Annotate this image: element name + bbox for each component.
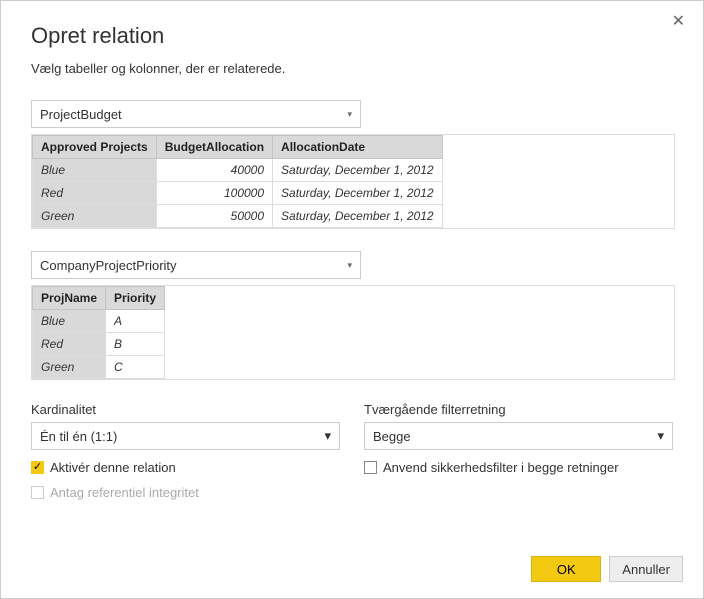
table2-grid: ProjName Priority Blue A Red B Green bbox=[32, 286, 165, 379]
table-row[interactable]: Blue A bbox=[33, 310, 165, 333]
table-cell: 50000 bbox=[156, 205, 272, 228]
table-cell: Green bbox=[33, 205, 157, 228]
table1-grid: Approved Projects BudgetAllocation Alloc… bbox=[32, 135, 443, 228]
table1-select[interactable]: ProjectBudget ▾ bbox=[31, 100, 361, 128]
activate-relation-checkbox-row[interactable]: ✓ Aktivér denne relation bbox=[31, 460, 340, 475]
table1-header: Approved Projects bbox=[33, 136, 157, 159]
referential-integrity-checkbox-row: Antag referentiel integritet bbox=[31, 485, 340, 500]
create-relationship-dialog: ✕ Opret relation Vælg tabeller og kolonn… bbox=[0, 0, 704, 599]
dialog-footer: OK Annuller bbox=[531, 556, 683, 582]
table1-header: AllocationDate bbox=[273, 136, 443, 159]
cardinality-select[interactable]: Én til én (1:1) ▾ bbox=[31, 422, 340, 450]
table-cell: Saturday, December 1, 2012 bbox=[273, 182, 443, 205]
checkbox-icon bbox=[31, 486, 44, 499]
table-row[interactable]: Blue 40000 Saturday, December 1, 2012 bbox=[33, 159, 443, 182]
dialog-title: Opret relation bbox=[31, 23, 673, 49]
table1-select-value: ProjectBudget bbox=[40, 107, 122, 122]
options-row: Kardinalitet Én til én (1:1) ▾ ✓ Aktivér… bbox=[31, 402, 673, 500]
table-cell: Green bbox=[33, 356, 106, 379]
cardinality-label: Kardinalitet bbox=[31, 402, 340, 417]
ok-button[interactable]: OK bbox=[531, 556, 601, 582]
table-cell: C bbox=[106, 356, 165, 379]
referential-integrity-label: Antag referentiel integritet bbox=[50, 485, 199, 500]
table-row[interactable]: Green C bbox=[33, 356, 165, 379]
cancel-button[interactable]: Annuller bbox=[609, 556, 683, 582]
checkbox-checked-icon: ✓ bbox=[31, 461, 44, 474]
crossfilter-value: Begge bbox=[373, 429, 411, 444]
table1-header-row: Approved Projects BudgetAllocation Alloc… bbox=[33, 136, 443, 159]
crossfilter-column: Tværgående filterretning Begge ▾ Anvend … bbox=[364, 402, 673, 500]
table-row[interactable]: Red B bbox=[33, 333, 165, 356]
table-row[interactable]: Red 100000 Saturday, December 1, 2012 bbox=[33, 182, 443, 205]
cardinality-column: Kardinalitet Én til én (1:1) ▾ ✓ Aktivér… bbox=[31, 402, 340, 500]
crossfilter-label: Tværgående filterretning bbox=[364, 402, 673, 417]
table-cell: Red bbox=[33, 333, 106, 356]
table-cell: Blue bbox=[33, 159, 157, 182]
checkbox-icon bbox=[364, 461, 377, 474]
security-filter-label: Anvend sikkerhedsfilter i begge retninge… bbox=[383, 460, 619, 475]
table-row[interactable]: Green 50000 Saturday, December 1, 2012 bbox=[33, 205, 443, 228]
cardinality-value: Én til én (1:1) bbox=[40, 429, 117, 444]
table-cell: Saturday, December 1, 2012 bbox=[273, 205, 443, 228]
chevron-down-icon: ▾ bbox=[347, 260, 352, 271]
table-cell: Saturday, December 1, 2012 bbox=[273, 159, 443, 182]
table2-preview: ProjName Priority Blue A Red B Green bbox=[31, 285, 675, 380]
table-cell: A bbox=[106, 310, 165, 333]
close-icon[interactable]: ✕ bbox=[666, 9, 691, 33]
chevron-down-icon: ▾ bbox=[324, 428, 331, 444]
chevron-down-icon: ▾ bbox=[657, 428, 664, 444]
table2-select[interactable]: CompanyProjectPriority ▾ bbox=[31, 251, 361, 279]
table2-select-value: CompanyProjectPriority bbox=[40, 258, 177, 273]
table2-header: ProjName bbox=[33, 287, 106, 310]
table-cell: 40000 bbox=[156, 159, 272, 182]
security-filter-checkbox-row[interactable]: Anvend sikkerhedsfilter i begge retninge… bbox=[364, 460, 673, 475]
dialog-content: Opret relation Vælg tabeller og kolonner… bbox=[1, 1, 703, 500]
table1-preview: Approved Projects BudgetAllocation Alloc… bbox=[31, 134, 675, 229]
table1-header: BudgetAllocation bbox=[156, 136, 272, 159]
table2-header-row: ProjName Priority bbox=[33, 287, 165, 310]
activate-relation-label: Aktivér denne relation bbox=[50, 460, 176, 475]
table-cell: B bbox=[106, 333, 165, 356]
table2-header: Priority bbox=[106, 287, 165, 310]
chevron-down-icon: ▾ bbox=[347, 109, 352, 120]
table-cell: 100000 bbox=[156, 182, 272, 205]
dialog-subtitle: Vælg tabeller og kolonner, der er relate… bbox=[31, 61, 673, 76]
table-cell: Red bbox=[33, 182, 157, 205]
table-cell: Blue bbox=[33, 310, 106, 333]
crossfilter-select[interactable]: Begge ▾ bbox=[364, 422, 673, 450]
